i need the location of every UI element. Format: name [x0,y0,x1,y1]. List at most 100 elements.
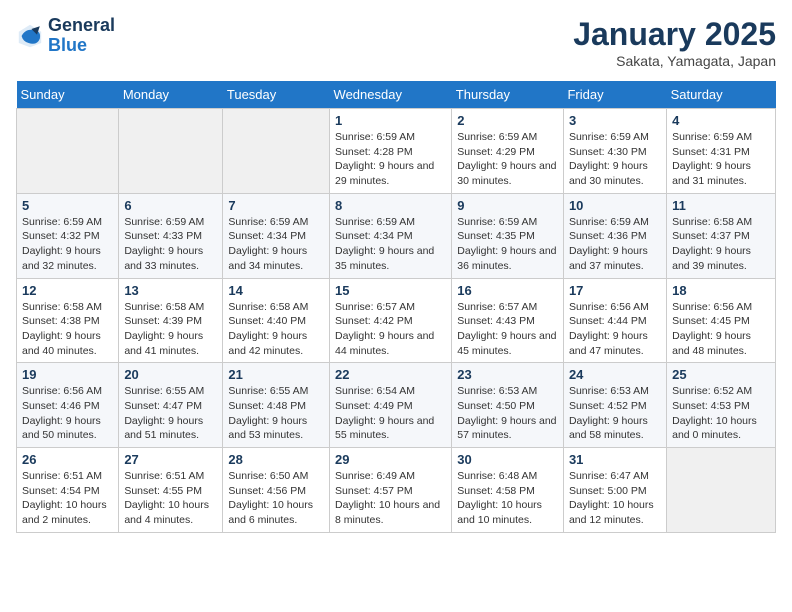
day-number: 22 [335,367,446,382]
calendar-table: SundayMondayTuesdayWednesdayThursdayFrid… [16,81,776,533]
day-header-sunday: Sunday [17,81,119,109]
logo: General Blue [16,16,115,56]
day-number: 19 [22,367,113,382]
day-number: 10 [569,198,661,213]
day-number: 3 [569,113,661,128]
day-number: 12 [22,283,113,298]
day-detail: Sunrise: 6:50 AM Sunset: 4:56 PM Dayligh… [228,469,324,528]
day-detail: Sunrise: 6:59 AM Sunset: 4:31 PM Dayligh… [672,130,770,189]
day-detail: Sunrise: 6:58 AM Sunset: 4:38 PM Dayligh… [22,300,113,359]
calendar-cell: 28 Sunrise: 6:50 AM Sunset: 4:56 PM Dayli… [223,448,330,533]
day-number: 28 [228,452,324,467]
calendar-week-row: 1 Sunrise: 6:59 AM Sunset: 4:28 PM Daylig… [17,109,776,194]
calendar-week-row: 12 Sunrise: 6:58 AM Sunset: 4:38 PM Dayli… [17,278,776,363]
day-number: 17 [569,283,661,298]
day-number: 14 [228,283,324,298]
day-number: 9 [457,198,558,213]
calendar-cell: 21 Sunrise: 6:55 AM Sunset: 4:48 PM Dayli… [223,363,330,448]
day-number: 15 [335,283,446,298]
day-number: 25 [672,367,770,382]
calendar-cell: 12 Sunrise: 6:58 AM Sunset: 4:38 PM Dayli… [17,278,119,363]
calendar-week-row: 5 Sunrise: 6:59 AM Sunset: 4:32 PM Daylig… [17,193,776,278]
day-detail: Sunrise: 6:56 AM Sunset: 4:44 PM Dayligh… [569,300,661,359]
day-detail: Sunrise: 6:57 AM Sunset: 4:43 PM Dayligh… [457,300,558,359]
day-number: 21 [228,367,324,382]
calendar-cell: 25 Sunrise: 6:52 AM Sunset: 4:53 PM Dayli… [667,363,776,448]
calendar-cell: 23Sunrise: 6:53 AM Sunset: 4:50 PM Dayli… [452,363,564,448]
calendar-cell: 16 Sunrise: 6:57 AM Sunset: 4:43 PM Dayli… [452,278,564,363]
logo-icon [16,22,44,50]
day-detail: Sunrise: 6:59 AM Sunset: 4:32 PM Dayligh… [22,215,113,274]
calendar-cell: 26 Sunrise: 6:51 AM Sunset: 4:54 PM Dayli… [17,448,119,533]
day-detail: Sunrise: 6:53 AM Sunset: 4:50 PM Dayligh… [457,384,558,443]
day-number: 29 [335,452,446,467]
day-detail: Sunrise: 6:55 AM Sunset: 4:47 PM Dayligh… [124,384,217,443]
day-number: 26 [22,452,113,467]
day-number: 30 [457,452,558,467]
day-number: 11 [672,198,770,213]
calendar-cell [667,448,776,533]
calendar-cell: 11 Sunrise: 6:58 AM Sunset: 4:37 PM Dayli… [667,193,776,278]
day-detail: Sunrise: 6:49 AM Sunset: 4:57 PM Dayligh… [335,469,446,528]
calendar-week-row: 26 Sunrise: 6:51 AM Sunset: 4:54 PM Dayli… [17,448,776,533]
calendar-cell: 2 Sunrise: 6:59 AM Sunset: 4:29 PM Daylig… [452,109,564,194]
day-number: 18 [672,283,770,298]
calendar-cell: 3 Sunrise: 6:59 AM Sunset: 4:30 PM Daylig… [563,109,666,194]
logo-text: General Blue [48,16,115,56]
day-number: 6 [124,198,217,213]
day-detail: Sunrise: 6:59 AM Sunset: 4:28 PM Dayligh… [335,130,446,189]
day-detail: Sunrise: 6:59 AM Sunset: 4:34 PM Dayligh… [228,215,324,274]
calendar-cell: 1 Sunrise: 6:59 AM Sunset: 4:28 PM Daylig… [330,109,452,194]
day-detail: Sunrise: 6:56 AM Sunset: 4:45 PM Dayligh… [672,300,770,359]
day-detail: Sunrise: 6:52 AM Sunset: 4:53 PM Dayligh… [672,384,770,443]
calendar-cell [223,109,330,194]
calendar-cell: 24Sunrise: 6:53 AM Sunset: 4:52 PM Dayli… [563,363,666,448]
day-number: 13 [124,283,217,298]
day-detail: Sunrise: 6:54 AM Sunset: 4:49 PM Dayligh… [335,384,446,443]
day-number: 4 [672,113,770,128]
page-subtitle: Sakata, Yamagata, Japan [573,53,776,69]
day-detail: Sunrise: 6:47 AM Sunset: 5:00 PM Dayligh… [569,469,661,528]
day-header-monday: Monday [119,81,223,109]
day-detail: Sunrise: 6:56 AM Sunset: 4:46 PM Dayligh… [22,384,113,443]
calendar-cell: 14Sunrise: 6:58 AM Sunset: 4:40 PM Dayli… [223,278,330,363]
day-header-wednesday: Wednesday [330,81,452,109]
day-detail: Sunrise: 6:59 AM Sunset: 4:35 PM Dayligh… [457,215,558,274]
day-number: 1 [335,113,446,128]
day-detail: Sunrise: 6:59 AM Sunset: 4:34 PM Dayligh… [335,215,446,274]
title-block: January 2025 Sakata, Yamagata, Japan [573,16,776,69]
day-detail: Sunrise: 6:59 AM Sunset: 4:36 PM Dayligh… [569,215,661,274]
calendar-cell [17,109,119,194]
day-number: 2 [457,113,558,128]
day-detail: Sunrise: 6:53 AM Sunset: 4:52 PM Dayligh… [569,384,661,443]
calendar-cell: 31 Sunrise: 6:47 AM Sunset: 5:00 PM Dayli… [563,448,666,533]
day-number: 31 [569,452,661,467]
day-number: 20 [124,367,217,382]
day-detail: Sunrise: 6:58 AM Sunset: 4:37 PM Dayligh… [672,215,770,274]
day-number: 7 [228,198,324,213]
day-number: 16 [457,283,558,298]
day-detail: Sunrise: 6:59 AM Sunset: 4:29 PM Dayligh… [457,130,558,189]
day-detail: Sunrise: 6:59 AM Sunset: 4:30 PM Dayligh… [569,130,661,189]
day-header-friday: Friday [563,81,666,109]
calendar-cell: 27Sunrise: 6:51 AM Sunset: 4:55 PM Dayli… [119,448,223,533]
calendar-cell: 20 Sunrise: 6:55 AM Sunset: 4:47 PM Dayli… [119,363,223,448]
page-header: General Blue January 2025 Sakata, Yamaga… [16,16,776,69]
day-detail: Sunrise: 6:58 AM Sunset: 4:39 PM Dayligh… [124,300,217,359]
calendar-cell: 29 Sunrise: 6:49 AM Sunset: 4:57 PM Dayli… [330,448,452,533]
day-detail: Sunrise: 6:51 AM Sunset: 4:55 PM Dayligh… [124,469,217,528]
calendar-week-row: 19 Sunrise: 6:56 AM Sunset: 4:46 PM Dayli… [17,363,776,448]
calendar-cell: 8Sunrise: 6:59 AM Sunset: 4:34 PM Daylig… [330,193,452,278]
day-detail: Sunrise: 6:55 AM Sunset: 4:48 PM Dayligh… [228,384,324,443]
calendar-cell: 19 Sunrise: 6:56 AM Sunset: 4:46 PM Dayli… [17,363,119,448]
day-detail: Sunrise: 6:59 AM Sunset: 4:33 PM Dayligh… [124,215,217,274]
day-detail: Sunrise: 6:51 AM Sunset: 4:54 PM Dayligh… [22,469,113,528]
calendar-cell: 9 Sunrise: 6:59 AM Sunset: 4:35 PM Daylig… [452,193,564,278]
calendar-cell: 7 Sunrise: 6:59 AM Sunset: 4:34 PM Daylig… [223,193,330,278]
calendar-cell: 13 Sunrise: 6:58 AM Sunset: 4:39 PM Dayli… [119,278,223,363]
day-detail: Sunrise: 6:57 AM Sunset: 4:42 PM Dayligh… [335,300,446,359]
calendar-cell: 4 Sunrise: 6:59 AM Sunset: 4:31 PM Daylig… [667,109,776,194]
calendar-cell: 6 Sunrise: 6:59 AM Sunset: 4:33 PM Daylig… [119,193,223,278]
calendar-cell: 22 Sunrise: 6:54 AM Sunset: 4:49 PM Dayli… [330,363,452,448]
day-number: 5 [22,198,113,213]
